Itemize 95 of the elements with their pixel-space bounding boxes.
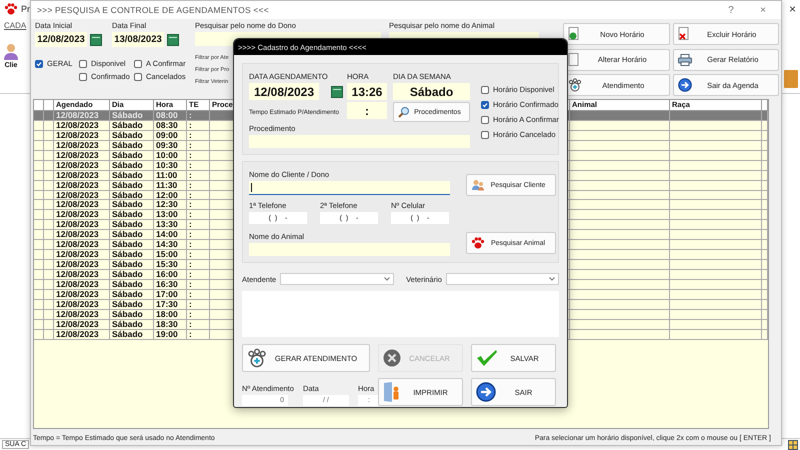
table-cell: 12/08/2023	[54, 280, 110, 290]
table-cell: 19:00	[154, 330, 187, 340]
table-cell: 14:00	[154, 230, 187, 240]
table-cell: 14:30	[154, 240, 187, 250]
table-cell: 15:30	[154, 260, 187, 270]
table-cell: :	[187, 160, 210, 171]
table-cell: Sábado	[110, 310, 154, 320]
table-cell: 17:30	[154, 300, 187, 310]
table-cell: Sábado	[110, 111, 154, 121]
table-cell: Sábado	[110, 190, 154, 200]
table-cell: 12/08/2023	[54, 290, 110, 300]
table-cell: 12/08/2023	[54, 230, 110, 240]
table-cell: :	[187, 140, 210, 151]
table-cell: 10:30	[154, 160, 187, 171]
table-cell: 10:00	[154, 150, 187, 161]
table-cell: 12:30	[154, 200, 187, 210]
table-cell: :	[187, 270, 210, 280]
table-cell: :	[187, 260, 210, 270]
table-cell: :	[187, 190, 210, 200]
table-cell: :	[187, 330, 210, 340]
table-cell: Sábado	[110, 220, 154, 230]
table-cell: Sábado	[110, 200, 154, 210]
app-title: Pr	[21, 4, 30, 14]
table-cell: :	[187, 280, 210, 290]
table-cell: Sábado	[110, 160, 154, 171]
table-cell: :	[187, 320, 210, 330]
table-cell: Sábado	[110, 150, 154, 161]
table-cell: 11:30	[154, 180, 187, 190]
table-cell: Sábado	[110, 240, 154, 250]
window-title: >>> PESQUISA E CONTROLE DE AGENDAMENTOS <<<	[37, 5, 269, 15]
table-cell: Sábado	[110, 300, 154, 310]
table-cell: 12/08/2023	[54, 111, 110, 121]
table-cell: 08:30	[154, 120, 187, 131]
table-cell: :	[187, 290, 210, 300]
table-cell: 12/08/2023	[54, 320, 110, 330]
table-cell: Sábado	[110, 170, 154, 181]
table-cell: Sábado	[110, 320, 154, 330]
table-cell: 12/08/2023	[54, 300, 110, 310]
table-cell: :	[187, 111, 210, 121]
table-cell: Sábado	[110, 270, 154, 280]
table-cell: 15:00	[154, 250, 187, 260]
table-cell: 09:30	[154, 140, 187, 151]
table-cell: :	[187, 300, 210, 310]
table-cell: Sábado	[110, 330, 154, 340]
weekday-field: Sábado	[393, 83, 470, 100]
table-cell: 08:00	[154, 111, 187, 121]
table-cell: Sábado	[110, 230, 154, 240]
table-cell: Sábado	[110, 120, 154, 131]
table-cell: Sábado	[110, 210, 154, 220]
table-cell: :	[187, 230, 210, 240]
table-cell: Sábado	[110, 260, 154, 270]
table-cell: 13:00	[154, 210, 187, 220]
table-cell: 18:30	[154, 320, 187, 330]
table-cell: 12/08/2023	[54, 330, 110, 340]
table-cell: :	[187, 310, 210, 320]
table-cell: 12/08/2023	[54, 310, 110, 320]
table-cell: Sábado	[110, 180, 154, 190]
table-cell: 12/08/2023	[54, 250, 110, 260]
table-cell: :	[187, 180, 210, 190]
table-cell: :	[187, 250, 210, 260]
table-cell: :	[187, 220, 210, 230]
table-cell: 12/08/2023	[54, 190, 110, 200]
table-cell: 12/08/2023	[54, 240, 110, 250]
table-cell: 12/08/2023	[54, 220, 110, 230]
table-cell: 12/08/2023	[54, 180, 110, 190]
table-cell: :	[187, 200, 210, 210]
table-cell: 16:30	[154, 280, 187, 290]
table-cell: 12/08/2023	[54, 140, 110, 151]
table-cell: :	[187, 240, 210, 250]
table-cell: 18:00	[154, 310, 187, 320]
table-cell: :	[187, 150, 210, 161]
table-cell: :	[187, 130, 210, 141]
table-cell: 12/08/2023	[54, 120, 110, 131]
table-cell: :	[187, 210, 210, 220]
table-cell: 12:00	[154, 190, 187, 200]
table-cell: Sábado	[110, 130, 154, 141]
table-cell: Sábado	[110, 250, 154, 260]
table-cell: 13:30	[154, 220, 187, 230]
table-cell: 12/08/2023	[54, 170, 110, 181]
table-cell: 09:00	[154, 130, 187, 141]
table-cell: 12/08/2023	[54, 130, 110, 141]
table-cell: Sábado	[110, 140, 154, 151]
table-cell: 12/08/2023	[54, 260, 110, 270]
table-cell: Sábado	[110, 280, 154, 290]
table-cell: 17:00	[154, 290, 187, 300]
table-cell: 12/08/2023	[54, 150, 110, 161]
table-cell: 12/08/2023	[54, 200, 110, 210]
table-cell: 11:00	[154, 170, 187, 181]
table-cell: 12/08/2023	[54, 160, 110, 171]
table-cell: :	[187, 120, 210, 131]
table-cell: Sábado	[110, 290, 154, 300]
table-cell: 12/08/2023	[54, 270, 110, 280]
table-cell: 16:00	[154, 270, 187, 280]
table-cell: 12/08/2023	[54, 210, 110, 220]
table-cell: :	[187, 170, 210, 181]
